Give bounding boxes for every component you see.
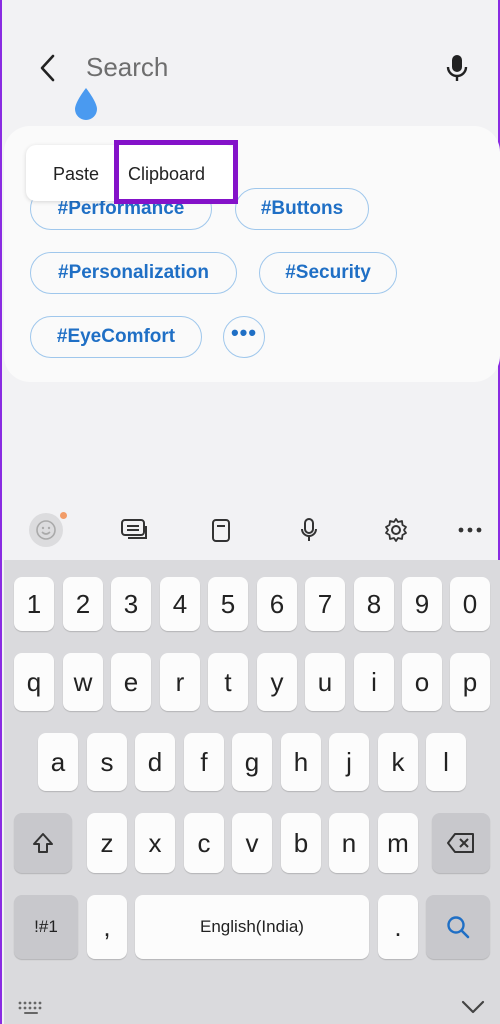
clipboard-icon bbox=[212, 519, 230, 542]
key-e[interactable]: e bbox=[111, 653, 151, 711]
key-t[interactable]: t bbox=[208, 653, 248, 711]
key-6[interactable]: 6 bbox=[257, 577, 297, 631]
tag-chip-security[interactable]: #Security bbox=[259, 252, 397, 294]
keyboard-mode-button[interactable] bbox=[114, 510, 154, 550]
keyboard-icon bbox=[121, 519, 147, 539]
key-s[interactable]: s bbox=[87, 733, 127, 791]
emoji-icon bbox=[29, 513, 63, 547]
notification-dot bbox=[60, 512, 67, 519]
tag-chip-personalization[interactable]: #Personalization bbox=[30, 252, 237, 294]
key-2[interactable]: 2 bbox=[63, 577, 103, 631]
key-r[interactable]: r bbox=[160, 653, 200, 711]
voice-search-button[interactable] bbox=[442, 50, 472, 86]
key-v[interactable]: v bbox=[232, 813, 272, 873]
key-q[interactable]: q bbox=[14, 653, 54, 711]
key-h[interactable]: h bbox=[281, 733, 321, 791]
key-y[interactable]: y bbox=[257, 653, 297, 711]
key-3[interactable]: 3 bbox=[111, 577, 151, 631]
microphone-icon bbox=[301, 518, 317, 541]
cursor-drop-icon bbox=[75, 88, 97, 120]
more-options-button[interactable] bbox=[450, 510, 490, 550]
keyboard-dots-icon bbox=[18, 1001, 42, 1014]
chevron-down-icon bbox=[461, 1000, 485, 1014]
shift-arrow-icon bbox=[33, 833, 53, 853]
key-9[interactable]: 9 bbox=[402, 577, 442, 631]
key-p[interactable]: p bbox=[450, 653, 490, 711]
comma-key[interactable]: , bbox=[87, 895, 127, 959]
symbols-key[interactable]: !#1 bbox=[14, 895, 78, 959]
microphone-icon bbox=[446, 55, 468, 81]
tag-chip-buttons[interactable]: #Buttons bbox=[235, 188, 369, 230]
key-8[interactable]: 8 bbox=[354, 577, 394, 631]
key-1[interactable]: 1 bbox=[14, 577, 54, 631]
search-key[interactable] bbox=[426, 895, 490, 959]
more-tags-button[interactable]: ••• bbox=[223, 316, 265, 358]
period-key[interactable]: . bbox=[378, 895, 418, 959]
paste-option[interactable]: Paste bbox=[53, 164, 99, 185]
shift-key[interactable] bbox=[14, 813, 72, 873]
voice-input-button[interactable] bbox=[289, 510, 329, 550]
key-i[interactable]: i bbox=[354, 653, 394, 711]
key-u[interactable]: u bbox=[305, 653, 345, 711]
space-bar[interactable]: English(India) bbox=[135, 895, 369, 959]
search-input[interactable]: Search bbox=[86, 52, 168, 83]
clipboard-toolbar-button[interactable] bbox=[201, 510, 241, 550]
back-arrow-icon bbox=[40, 54, 55, 82]
key-f[interactable]: f bbox=[184, 733, 224, 791]
key-x[interactable]: x bbox=[135, 813, 175, 873]
key-w[interactable]: w bbox=[63, 653, 103, 711]
keyboard-settings-button[interactable] bbox=[376, 510, 416, 550]
tag-chip-eyecomfort[interactable]: #EyeComfort bbox=[30, 316, 202, 358]
key-a[interactable]: a bbox=[38, 733, 78, 791]
key-b[interactable]: b bbox=[281, 813, 321, 873]
more-dots-icon bbox=[458, 527, 482, 533]
key-4[interactable]: 4 bbox=[160, 577, 200, 631]
backspace-key[interactable] bbox=[432, 813, 490, 873]
key-g[interactable]: g bbox=[232, 733, 272, 791]
key-k[interactable]: k bbox=[378, 733, 418, 791]
back-button[interactable] bbox=[32, 50, 62, 86]
gear-icon bbox=[385, 518, 407, 542]
key-d[interactable]: d bbox=[135, 733, 175, 791]
key-n[interactable]: n bbox=[329, 813, 369, 873]
key-7[interactable]: 7 bbox=[305, 577, 345, 631]
key-l[interactable]: l bbox=[426, 733, 466, 791]
key-c[interactable]: c bbox=[184, 813, 224, 873]
text-cursor-handle[interactable] bbox=[71, 86, 101, 122]
key-0[interactable]: 0 bbox=[450, 577, 490, 631]
search-icon bbox=[447, 916, 470, 939]
key-5[interactable]: 5 bbox=[208, 577, 248, 631]
key-o[interactable]: o bbox=[402, 653, 442, 711]
keyboard-layout-button[interactable] bbox=[18, 1001, 44, 1015]
key-z[interactable]: z bbox=[87, 813, 127, 873]
hide-keyboard-button[interactable] bbox=[460, 996, 486, 1016]
backspace-icon bbox=[447, 833, 474, 853]
clipboard-option[interactable]: Clipboard bbox=[128, 164, 205, 185]
key-m[interactable]: m bbox=[378, 813, 418, 873]
key-j[interactable]: j bbox=[329, 733, 369, 791]
